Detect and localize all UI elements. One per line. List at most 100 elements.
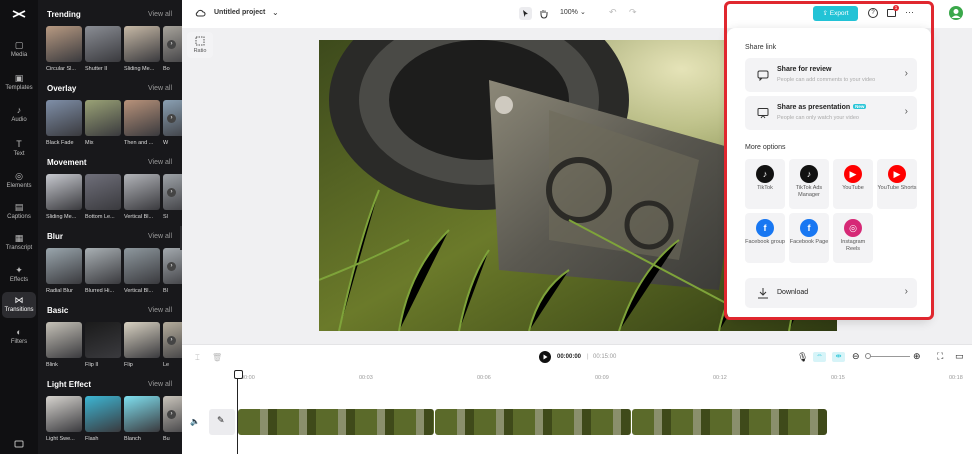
transition-thumbnail[interactable] (46, 100, 82, 136)
scroll-right-icon[interactable]: › (167, 410, 176, 419)
playhead[interactable] (234, 370, 243, 454)
transition-thumbnail[interactable] (124, 322, 160, 358)
zoom-out-icon[interactable]: ⊖ (852, 351, 860, 362)
share-youtube-button[interactable]: ▶ YouTube (833, 159, 873, 209)
view-all-link[interactable]: View all (148, 307, 172, 314)
platform-label: Facebook group (745, 239, 785, 245)
share-as-presentation-title: Share as presentation (777, 104, 851, 111)
capcut-logo[interactable] (11, 8, 27, 20)
transition-thumbnail[interactable] (85, 174, 121, 210)
view-all-link[interactable]: View all (148, 381, 172, 388)
avatar[interactable] (949, 6, 963, 20)
effects-icon: ✦ (15, 265, 23, 275)
scroll-right-icon[interactable]: › (167, 262, 176, 271)
rail-item-elements[interactable]: ◎ Elements (2, 168, 36, 194)
share-tiktok-ads-manager-button[interactable]: ♪ TikTok Ads Manager (789, 159, 829, 209)
delete-icon[interactable]: 🗑 (212, 353, 222, 362)
transition-thumbnail[interactable] (124, 396, 160, 432)
select-tool-button[interactable] (519, 7, 532, 20)
scroll-right-icon[interactable]: › (167, 114, 176, 123)
transition-thumbnail[interactable] (46, 174, 82, 210)
video-clip[interactable] (238, 409, 434, 435)
rail-item-transitions[interactable]: ⋈ Transitions (2, 292, 36, 318)
media-icon: ▢ (14, 40, 24, 50)
rail-item-effects[interactable]: ✦ Effects (2, 262, 36, 288)
volume-icon[interactable]: 🔈 (190, 417, 200, 426)
undo-icon[interactable]: ↶ (609, 7, 617, 18)
rail-item-captions[interactable]: ▤ Captions (2, 199, 36, 225)
cloud-save-icon[interactable] (195, 8, 206, 18)
transition-thumbnail[interactable] (46, 248, 82, 284)
redo-icon[interactable]: ↷ (629, 7, 637, 18)
rail-item-templates[interactable]: ▣ Templates (2, 70, 36, 96)
download-button[interactable]: Download › (745, 278, 917, 308)
display-settings-icon[interactable]: ▭ (955, 351, 964, 362)
zoom-in-icon[interactable]: ⊕ (913, 351, 921, 362)
transition-thumbnail[interactable] (46, 26, 82, 62)
rail-item-filters[interactable]: ◐ Filters (2, 324, 36, 350)
share-instagram-reels-button[interactable]: ◎ Instagram Reels (833, 213, 873, 263)
transition-row: Blink Flip II Flip Le › (46, 322, 182, 368)
transition-thumbnail[interactable] (85, 26, 121, 62)
share-as-presentation-button[interactable]: Share as presentation New People can only… (745, 96, 917, 130)
view-all-link[interactable]: View all (148, 11, 172, 18)
share-facebook-page-button[interactable]: f Facebook Page (789, 213, 829, 263)
video-clip[interactable] (632, 409, 827, 435)
transition-thumbnail[interactable] (124, 26, 160, 62)
export-button[interactable]: ⇪ Export (813, 6, 858, 21)
view-all-link[interactable]: View all (148, 159, 172, 166)
cover-edit-button[interactable]: ✎ (209, 409, 235, 435)
auto-snap-icon[interactable]: ⇔ (813, 352, 826, 362)
rail-item-transcript[interactable]: ▦ Transcript (2, 230, 36, 256)
transition-thumbnail[interactable] (85, 248, 121, 284)
split-icon[interactable]: ⌶ (195, 353, 200, 363)
zoom-slider[interactable] (866, 356, 910, 357)
transition-label: W (163, 140, 169, 146)
share-tiktok-button[interactable]: ♪ TikTok (745, 159, 785, 209)
transition-thumbnail[interactable] (85, 322, 121, 358)
view-all-link[interactable]: View all (148, 85, 172, 92)
play-button[interactable] (539, 351, 551, 363)
elements-icon: ◎ (15, 171, 23, 181)
time-ruler-tick: 00:06 (477, 375, 491, 381)
rail-item-label: Effects (9, 277, 29, 283)
help-icon[interactable]: ? (868, 8, 878, 18)
rail-item-label: Transitions (4, 307, 34, 313)
zoom-slider-handle[interactable] (865, 353, 871, 359)
rail-item-media[interactable]: ▢ Media (2, 37, 36, 63)
tiktok-ads-manager-icon: ♪ (800, 165, 818, 183)
comment-icon (757, 70, 769, 81)
transition-thumbnail[interactable] (124, 174, 160, 210)
video-clip[interactable] (435, 409, 631, 435)
keyboard-shortcuts-button[interactable] (2, 436, 36, 450)
link-clips-icon[interactable]: ⇹ (832, 352, 845, 362)
transition-thumbnail[interactable] (124, 248, 160, 284)
scroll-right-icon[interactable]: › (167, 40, 176, 49)
share-facebook-group-button[interactable]: f Facebook group (745, 213, 785, 263)
share-for-review-button[interactable]: Share for review People can add comments… (745, 58, 917, 92)
zoom-chevron-icon[interactable]: ⌄ (580, 8, 586, 16)
more-icon[interactable]: ··· (905, 7, 914, 17)
transition-thumbnail[interactable] (124, 100, 160, 136)
scroll-right-icon[interactable]: › (167, 188, 176, 197)
transition-thumbnail[interactable] (85, 100, 121, 136)
scroll-right-icon[interactable]: › (167, 336, 176, 345)
hand-icon[interactable] (538, 8, 549, 19)
timeline-panel: ⌶ 🗑 00:00:00 | 00:15:00 🎙 ⇔ ⇹ ⊖ ⊕ ⛶ ▭ 00… (182, 344, 972, 454)
rail-item-text[interactable]: T Text (2, 136, 36, 162)
project-title[interactable]: Untitled project (214, 9, 265, 16)
fit-timeline-icon[interactable]: ⛶ (937, 351, 943, 362)
transition-thumbnail[interactable] (46, 322, 82, 358)
zoom-level[interactable]: 100% (560, 9, 578, 16)
share-youtube-shorts-button[interactable]: ▶ YouTube Shorts (877, 159, 917, 209)
chevron-down-icon[interactable]: ⌄ (272, 8, 279, 17)
microphone-icon[interactable]: 🎙 (797, 352, 808, 363)
filters-icon: ◐ (16, 327, 22, 337)
transition-thumbnail[interactable] (85, 396, 121, 432)
captions-icon: ▤ (14, 202, 24, 212)
rail-item-audio[interactable]: ♪ Audio (2, 102, 36, 128)
ratio-button[interactable]: Ratio (187, 32, 213, 58)
transition-thumbnail[interactable] (46, 396, 82, 432)
section-title-blur: Blur (47, 232, 63, 241)
view-all-link[interactable]: View all (148, 233, 172, 240)
